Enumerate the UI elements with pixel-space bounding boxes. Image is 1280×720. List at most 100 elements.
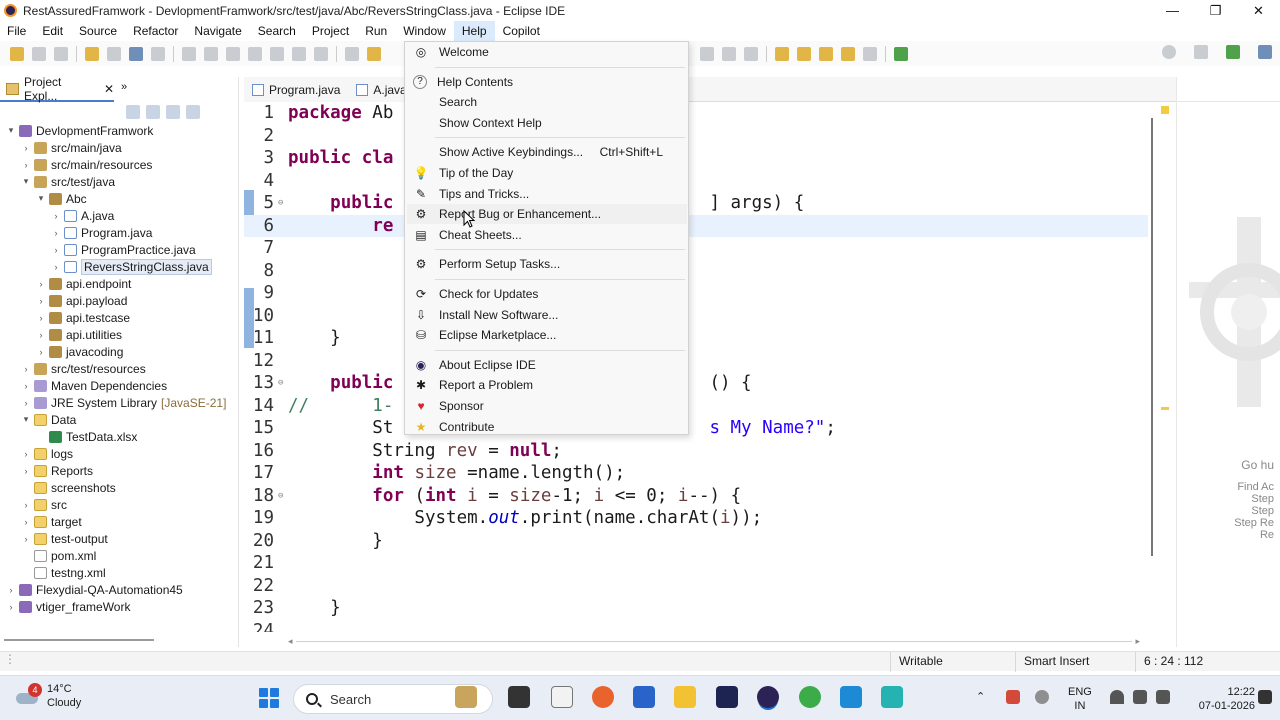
- menu-file[interactable]: File: [0, 21, 34, 41]
- step-return-icon[interactable]: [314, 46, 328, 61]
- menu-navigate[interactable]: Navigate: [186, 21, 249, 41]
- code-line[interactable]: 20 }: [244, 530, 1148, 552]
- collapse-all-icon[interactable]: [126, 105, 140, 119]
- back-icon[interactable]: [841, 47, 855, 61]
- task-icon[interactable]: [700, 47, 714, 61]
- help-menu-item[interactable]: ◉ About Eclipse IDE: [407, 355, 687, 375]
- recorder-icon[interactable]: [881, 686, 903, 708]
- help-menu-item[interactable]: Show Active Keybindings... Ctrl+Shift+L: [407, 142, 687, 162]
- code-line[interactable]: 2: [244, 125, 1148, 147]
- menu-help[interactable]: Help: [453, 21, 495, 41]
- tree-item[interactable]: ▾ DevlopmentFramwork: [0, 122, 238, 139]
- chevron-up-icon[interactable]: ⌃: [976, 690, 990, 704]
- warning-marker[interactable]: [1161, 106, 1169, 114]
- language-indicator[interactable]: ENG IN: [1068, 685, 1092, 713]
- project-explorer-tab[interactable]: Project Expl... ✕: [0, 75, 114, 103]
- tree-item[interactable]: › test-output: [0, 530, 238, 547]
- wifi-icon[interactable]: [1110, 690, 1124, 704]
- tree-item[interactable]: › A.java: [0, 207, 238, 224]
- chevron-right-icon[interactable]: ›: [36, 347, 46, 357]
- suspend-icon[interactable]: [204, 46, 218, 61]
- forward-icon[interactable]: [863, 47, 877, 61]
- chevron-right-icon[interactable]: ›: [6, 585, 16, 595]
- menu-source[interactable]: Source: [71, 21, 125, 41]
- java-perspective-icon[interactable]: [1226, 45, 1240, 59]
- tree-item[interactable]: › src/main/java: [0, 139, 238, 156]
- chevron-right-icon[interactable]: ›: [21, 143, 31, 153]
- tree-item[interactable]: › api.endpoint: [0, 275, 238, 292]
- menu-project[interactable]: Project: [304, 21, 357, 41]
- view-menu-icon[interactable]: [186, 105, 200, 119]
- tree-item[interactable]: › api.payload: [0, 292, 238, 309]
- terminal-icon[interactable]: [129, 46, 143, 61]
- store-icon[interactable]: [633, 686, 655, 708]
- build-icon[interactable]: [367, 46, 381, 61]
- code-editor[interactable]: 1 package Ab 2 3 public cla 4 5 ⊖ public ] args…: [244, 102, 1148, 632]
- warning-marker[interactable]: [1161, 407, 1169, 410]
- code-line[interactable]: 5 ⊖ public ] args) {: [244, 192, 1148, 214]
- save-icon[interactable]: [32, 46, 46, 61]
- help-menu-item[interactable]: ⚙ Report Bug or Enhancement...: [407, 204, 687, 225]
- chevron-right-icon[interactable]: ›: [36, 296, 46, 306]
- help-menu-item[interactable]: ♥ Sponsor: [407, 396, 687, 416]
- help-menu-item[interactable]: ▤ Cheat Sheets...: [407, 225, 687, 245]
- tree-item[interactable]: › src/test/resources: [0, 360, 238, 377]
- chevron-right-icon[interactable]: ›: [21, 500, 31, 510]
- chevron-right-icon[interactable]: ›: [51, 262, 61, 272]
- filter-icon[interactable]: [166, 105, 180, 119]
- menu-run[interactable]: Run: [357, 21, 395, 41]
- chevron-right-icon[interactable]: ›: [21, 466, 31, 476]
- last-edit-icon[interactable]: [819, 47, 833, 61]
- code-line[interactable]: 24: [244, 620, 1148, 633]
- tree-item[interactable]: › logs: [0, 445, 238, 462]
- next-annotation-icon[interactable]: [775, 47, 789, 61]
- firefox-icon[interactable]: [592, 686, 614, 708]
- task-view-icon[interactable]: [508, 686, 530, 708]
- tree-item[interactable]: › target: [0, 513, 238, 530]
- chevron-right-icon[interactable]: ›: [51, 245, 61, 255]
- battery-icon[interactable]: [1156, 690, 1170, 704]
- code-line[interactable]: 6 re: [244, 214, 1148, 237]
- code-line[interactable]: 23 }: [244, 597, 1148, 619]
- code-line[interactable]: 15 St s My Name?";: [244, 417, 1148, 439]
- code-line[interactable]: 11 }: [244, 327, 1148, 349]
- tree-item[interactable]: › ProgramPractice.java: [0, 241, 238, 258]
- notifications-icon[interactable]: [1258, 690, 1272, 704]
- tree-item[interactable]: TestData.xlsx: [0, 428, 238, 445]
- menu-edit[interactable]: Edit: [34, 21, 71, 41]
- help-menu-item[interactable]: ? Help Contents: [407, 72, 687, 92]
- tree-item[interactable]: › Program.java: [0, 224, 238, 241]
- tree-item[interactable]: › javacoding: [0, 343, 238, 360]
- open-type-icon[interactable]: [345, 46, 359, 61]
- search-icon[interactable]: [1162, 45, 1176, 59]
- tree-item[interactable]: › Maven Dependencies: [0, 377, 238, 394]
- help-menu-item[interactable]: ⛁ Eclipse Marketplace...: [407, 325, 687, 345]
- pilcrow-icon[interactable]: [744, 47, 758, 61]
- open-perspective-icon[interactable]: [1194, 45, 1208, 59]
- undo-icon[interactable]: [85, 46, 99, 61]
- chevron-right-icon[interactable]: ›: [21, 381, 31, 391]
- scroll-right-arrow-icon[interactable]: ▸: [1135, 636, 1140, 647]
- disconnect-icon[interactable]: [248, 46, 262, 61]
- menu-copilot[interactable]: Copilot: [495, 21, 548, 41]
- tree-item[interactable]: › Reports: [0, 462, 238, 479]
- close-icon[interactable]: ✕: [104, 82, 114, 96]
- help-menu-item[interactable]: Search: [407, 92, 687, 112]
- tab-program-java[interactable]: Program.java: [244, 77, 349, 102]
- tree-item[interactable]: testng.xml: [0, 564, 238, 581]
- menu-refactor[interactable]: Refactor: [125, 21, 186, 41]
- code-line[interactable]: 18 ⊖ for (int i = size-1; i <= 0; i--) {: [244, 485, 1148, 507]
- terminate-icon[interactable]: [226, 46, 240, 61]
- fold-icon[interactable]: ⊖: [278, 491, 288, 501]
- chevron-right-icon[interactable]: ›: [21, 398, 31, 408]
- tree-item[interactable]: › JRE System Library [JavaSE-21]: [0, 394, 238, 411]
- help-menu-item[interactable]: ⇩ Install New Software...: [407, 305, 687, 325]
- widget-image-icon[interactable]: [455, 686, 477, 708]
- volume-icon[interactable]: [1133, 690, 1147, 704]
- tree-item[interactable]: ▾ Abc: [0, 190, 238, 207]
- eclipse-taskbar-icon[interactable]: [757, 686, 779, 708]
- sync-icon[interactable]: [1006, 690, 1020, 704]
- clock[interactable]: 12:22 07-01-2026: [1195, 685, 1255, 713]
- start-button[interactable]: [259, 688, 279, 708]
- fold-icon[interactable]: ⊖: [278, 198, 288, 208]
